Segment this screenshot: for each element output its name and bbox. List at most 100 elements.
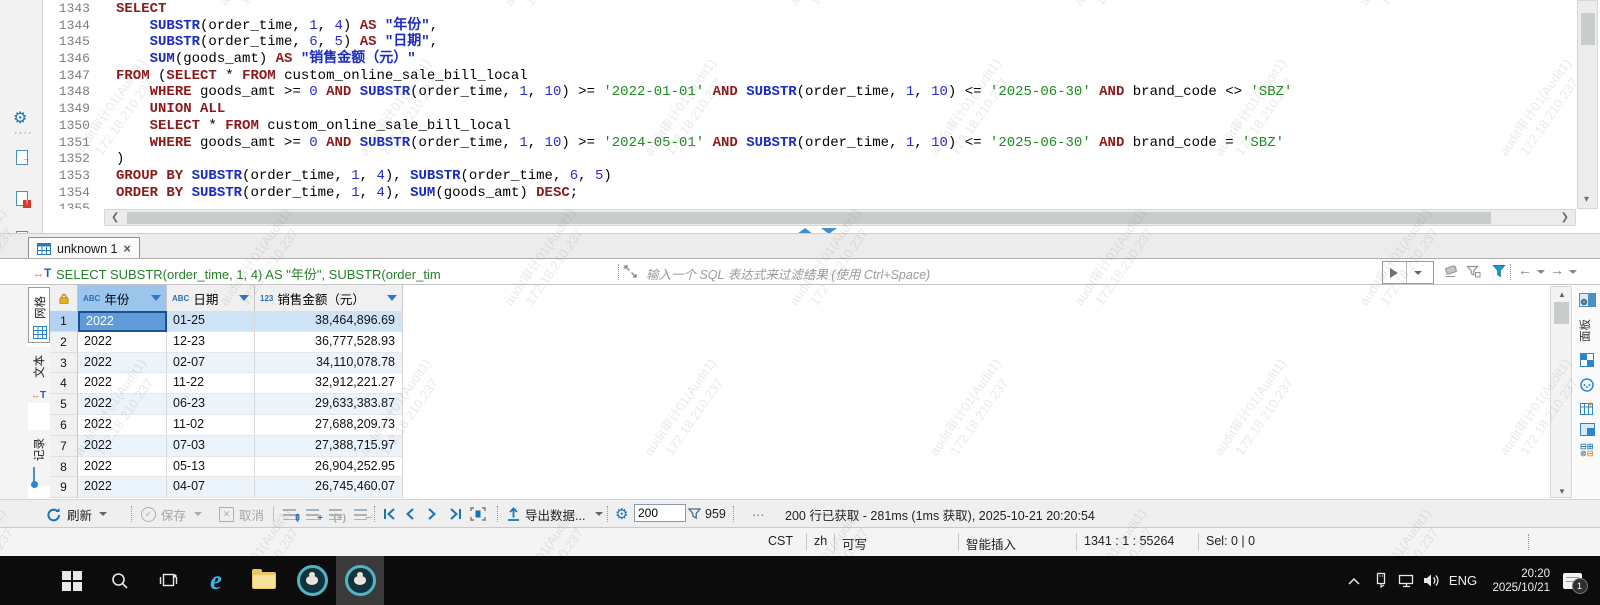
task-view-button[interactable] — [144, 556, 192, 605]
scroll-up-icon[interactable]: ▲ — [1558, 290, 1566, 299]
custom-filter-icon[interactable] — [1492, 264, 1506, 278]
grid-cell[interactable]: 06-23 — [167, 394, 255, 415]
grid-cell[interactable]: 32,912,221.27 — [255, 373, 403, 395]
table-row[interactable]: 7 2022 07-03 27,388,715.97 — [50, 435, 403, 457]
tray-clock[interactable]: 20:20 2025/10/21 — [1480, 556, 1550, 605]
scroll-left-icon[interactable]: ❮ — [111, 213, 119, 223]
grid-cell[interactable]: 2022 — [78, 331, 167, 353]
code-line[interactable]: FROM (SELECT * FROM custom_online_sale_b… — [116, 68, 1586, 85]
metadata-icon[interactable] — [1580, 378, 1594, 392]
editor-hscrollbar[interactable]: ❮ ❯ — [104, 209, 1576, 226]
aggregate-panel-icon[interactable]: ⊟⊞ ⊗⊟ — [1580, 443, 1594, 458]
column-dropdown-icon[interactable] — [239, 295, 249, 301]
code-line[interactable]: ) — [116, 151, 1586, 168]
fetch-size-input[interactable] — [634, 504, 686, 522]
expand-filter-icon[interactable] — [624, 265, 637, 278]
code-line[interactable]: SUBSTR(order_time, 1, 4) AS "年份", — [116, 18, 1586, 35]
grid-cell[interactable]: 11-02 — [167, 414, 255, 436]
nav-forward-dropdown-icon[interactable] — [1569, 270, 1577, 274]
code-line[interactable]: WHERE goods_amt >= 0 AND SUBSTR(order_ti… — [116, 84, 1586, 101]
caret-position-indicator[interactable]: 1341 : 1 : 55264 — [1084, 534, 1174, 548]
row-number[interactable]: 1 — [50, 311, 78, 332]
table-row[interactable]: 6 2022 11-02 27,688,209.73 — [50, 414, 403, 436]
grid-cell[interactable]: 2022 — [78, 394, 167, 415]
export-dropdown-icon[interactable] — [595, 512, 604, 516]
grid-cell[interactable]: 2022 — [78, 477, 167, 499]
code-line[interactable]: SELECT — [116, 1, 1586, 18]
tray-usb-button[interactable] — [1368, 556, 1392, 605]
file-explorer-button[interactable] — [240, 556, 288, 605]
grid-cell[interactable]: 27,688,209.73 — [255, 414, 403, 436]
layout-icon[interactable] — [1580, 423, 1595, 436]
code-line[interactable]: SUBSTR(order_time, 6, 5) AS "日期", — [116, 34, 1586, 51]
row-number[interactable]: 5 — [50, 394, 78, 415]
code-line[interactable]: SELECT * FROM custom_online_sale_bill_lo… — [116, 118, 1586, 135]
more-dots-icon[interactable]: ···· — [14, 127, 33, 139]
previous-row-button[interactable] — [404, 500, 416, 528]
row-number[interactable]: 8 — [50, 456, 78, 478]
tray-network-button[interactable] — [1394, 556, 1418, 605]
table-row[interactable]: 2 2022 12-23 36,777,528.93 — [50, 331, 403, 353]
selection-indicator[interactable]: Sel: 0 | 0 — [1206, 534, 1255, 548]
script-error-icon[interactable]: ! — [16, 191, 31, 208]
grid-cell[interactable]: 34,110,078.78 — [255, 352, 403, 374]
presentation-tab-grid[interactable]: 网格 — [28, 287, 50, 343]
grid-cell[interactable]: 07-03 — [167, 435, 255, 457]
row-limit-indicator[interactable]: 959 — [688, 500, 726, 528]
table-row[interactable]: 1 2022 01-25 38,464,896.69 — [50, 311, 403, 332]
cancel-button[interactable]: ✕ 取消 — [219, 500, 264, 528]
grid-cell[interactable]: 2022 — [78, 311, 167, 332]
grid-cell[interactable]: 2022 — [78, 414, 167, 436]
editor-vscrollbar[interactable]: ▾ — [1577, 0, 1598, 209]
last-row-button[interactable] — [448, 500, 463, 528]
overflow-dots-icon[interactable] — [1528, 534, 1529, 550]
insert-mode-indicator[interactable]: 智能插入 — [966, 534, 1016, 553]
fetch-page-button[interactable] — [470, 500, 486, 528]
internet-explorer-button[interactable]: e — [192, 556, 240, 605]
delete-row-button[interactable]: − — [354, 500, 371, 528]
panels-icon[interactable] — [1579, 293, 1596, 307]
refresh-dropdown-icon[interactable] — [99, 512, 108, 516]
code-line[interactable]: WHERE goods_amt >= 0 AND SUBSTR(order_ti… — [116, 135, 1586, 152]
grid-cell[interactable]: 2022 — [78, 352, 167, 374]
presentation-tab-text[interactable]: 文本 ↔T — [28, 347, 50, 403]
code-line[interactable] — [116, 201, 1586, 209]
scroll-down-icon[interactable]: ▾ — [1584, 195, 1589, 205]
table-row[interactable]: 9 2022 04-07 26,745,460.07 — [50, 477, 403, 499]
tab-unknown-1[interactable]: unknown 1 × — [28, 237, 140, 260]
tab-close-icon[interactable]: × — [123, 242, 130, 256]
export-data-button[interactable]: 导出数据... — [507, 500, 604, 528]
grid-cell[interactable]: 29,633,383.87 — [255, 394, 403, 415]
save-filter-icon[interactable] — [1466, 265, 1481, 278]
dbeaver-active-button[interactable] — [336, 556, 384, 605]
grid-cell[interactable]: 26,745,460.07 — [255, 477, 403, 499]
grid-cell[interactable]: 2022 — [78, 435, 167, 457]
gear-icon[interactable]: ⚙ — [13, 108, 27, 128]
add-row-button[interactable]: + — [306, 500, 323, 528]
column-dropdown-icon[interactable] — [151, 295, 161, 301]
grid-cell[interactable]: 12-23 — [167, 331, 255, 353]
row-number[interactable]: 6 — [50, 414, 78, 436]
grid-cell[interactable]: 11-22 — [167, 373, 255, 395]
value-viewer-icon[interactable] — [1580, 353, 1594, 367]
writable-indicator[interactable]: 可写 — [842, 534, 867, 553]
duplicate-row-button[interactable]: (+) — [329, 500, 346, 528]
overflow-menu-icon[interactable]: ⋯ — [752, 500, 765, 528]
calc-panel-icon[interactable]: + — [1580, 401, 1595, 416]
table-row[interactable]: 4 2022 11-22 32,912,221.27 — [50, 373, 403, 395]
presentation-tab-record[interactable]: 记录 — [28, 430, 50, 488]
grid-cell[interactable]: 04-07 — [167, 477, 255, 499]
column-header-2[interactable]: ABC 日期 — [167, 285, 255, 311]
row-number[interactable]: 3 — [50, 352, 78, 374]
code-area[interactable]: SELECT SUBSTR(order_time, 1, 4) AS "年份",… — [104, 1, 1586, 209]
scroll-right-icon[interactable]: ❯ — [1561, 213, 1569, 223]
filter-input[interactable]: 输入一个 SQL 表达式来过滤结果 (使用 Ctrl+Space) — [646, 264, 930, 283]
code-line[interactable]: UNION ALL — [116, 101, 1586, 118]
grid-cell[interactable]: 02-07 — [167, 352, 255, 374]
refresh-button[interactable]: 刷新 — [46, 500, 108, 528]
grid-cell[interactable]: 26,904,252.95 — [255, 456, 403, 478]
grid-cell[interactable]: 2022 — [78, 373, 167, 395]
editor-hscroll-thumb[interactable] — [127, 212, 1491, 224]
erase-filter-icon[interactable] — [1443, 265, 1458, 278]
filter-sql-text[interactable]: SELECT SUBSTR(order_time, 1, 4) AS "年份",… — [56, 264, 614, 283]
